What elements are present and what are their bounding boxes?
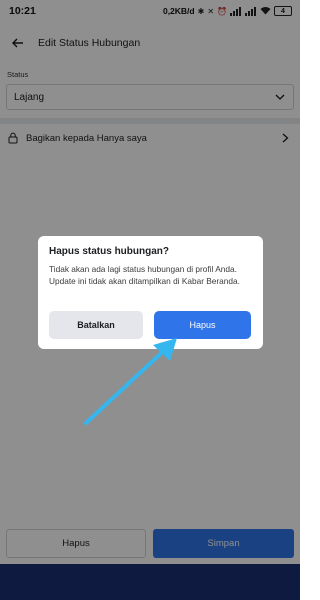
confirm-delete-button[interactable]: Hapus xyxy=(154,311,251,339)
dialog-message: Tidak akan ada lagi status hubungan di p… xyxy=(49,264,240,286)
cancel-button[interactable]: Batalkan xyxy=(49,311,143,339)
dialog-title: Hapus status hubungan? xyxy=(49,246,169,257)
delete-confirm-dialog: Hapus status hubungan? Tidak akan ada la… xyxy=(38,236,263,349)
dialog-buttons: Batalkan Hapus xyxy=(49,311,252,339)
